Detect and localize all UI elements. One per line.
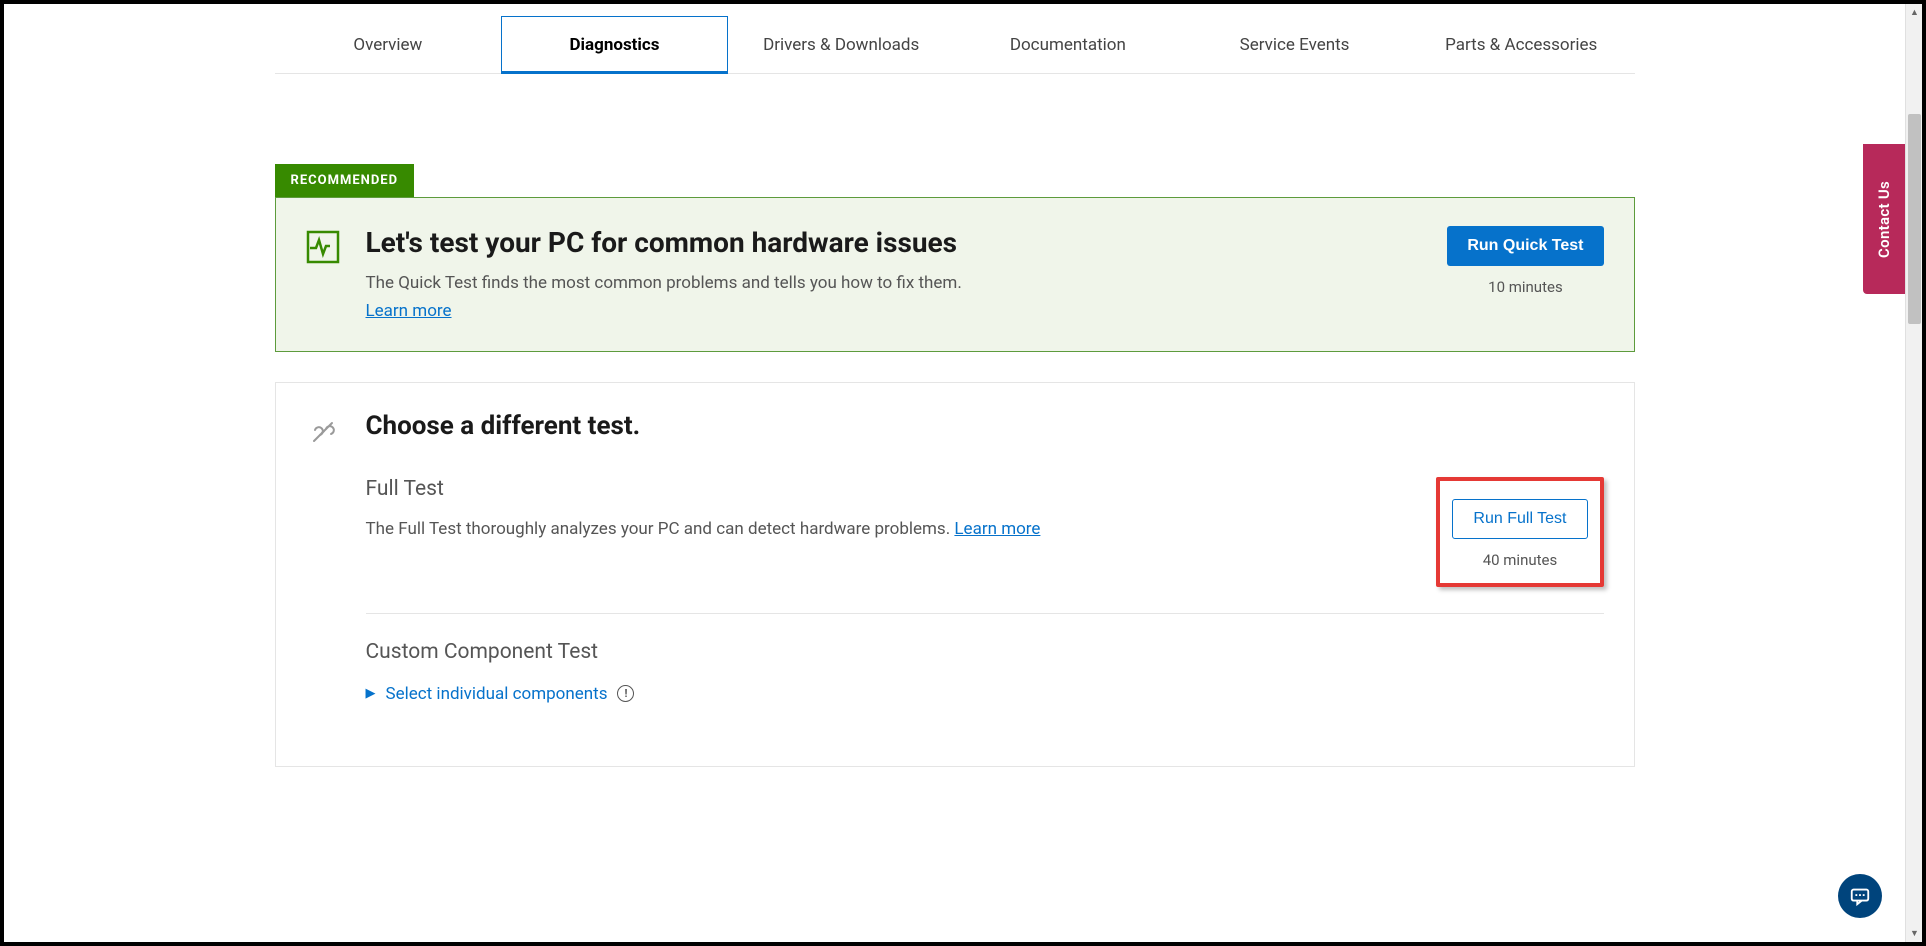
chat-icon — [1849, 885, 1871, 907]
tab-bar: Overview Diagnostics Drivers & Downloads… — [275, 16, 1635, 74]
scrollbar-thumb[interactable] — [1908, 114, 1921, 324]
contact-us-side-tab[interactable]: Contact Us — [1863, 144, 1905, 294]
other-tests-card: Choose a different test. Full Test The F… — [275, 382, 1635, 767]
recommended-badge: RECOMMENDED — [275, 164, 415, 197]
run-full-test-button[interactable]: Run Full Test — [1452, 499, 1587, 539]
run-quick-test-button[interactable]: Run Quick Test — [1447, 226, 1603, 266]
select-individual-components-label: Select individual components — [386, 684, 608, 704]
info-icon[interactable]: ! — [617, 685, 634, 702]
tab-documentation[interactable]: Documentation — [955, 16, 1182, 73]
quick-test-desc: The Quick Test finds the most common pro… — [366, 273, 1422, 293]
tab-service-events[interactable]: Service Events — [1181, 16, 1408, 73]
tab-overview[interactable]: Overview — [275, 16, 502, 73]
run-full-test-highlight: Run Full Test 40 minutes — [1436, 477, 1603, 587]
heartbeat-icon — [306, 230, 340, 264]
chevron-right-icon: ▶ — [366, 686, 376, 701]
custom-test-row: Custom Component Test ▶ Select individua… — [366, 640, 1604, 730]
full-test-title: Full Test — [366, 477, 1407, 501]
full-test-row: Full Test The Full Test thoroughly analy… — [366, 477, 1604, 614]
custom-test-title: Custom Component Test — [366, 640, 1604, 664]
tab-drivers-downloads[interactable]: Drivers & Downloads — [728, 16, 955, 73]
scrollbar-arrow-down-icon[interactable]: ▼ — [1906, 925, 1923, 942]
full-test-desc: The Full Test thoroughly analyzes your P… — [366, 519, 955, 539]
full-test-learn-more-link[interactable]: Learn more — [954, 519, 1040, 539]
quick-test-card: Let's test your PC for common hardware i… — [275, 197, 1635, 352]
quick-test-learn-more-link[interactable]: Learn more — [366, 301, 452, 321]
vertical-scrollbar[interactable]: ▲ ▼ — [1905, 4, 1922, 942]
tools-icon — [306, 415, 340, 449]
other-tests-title: Choose a different test. — [366, 411, 1604, 441]
full-test-duration: 40 minutes — [1452, 551, 1587, 569]
chat-fab-button[interactable] — [1838, 874, 1882, 918]
contact-us-label: Contact Us — [1875, 181, 1893, 258]
scrollbar-arrow-up-icon[interactable]: ▲ — [1906, 4, 1923, 21]
quick-test-title: Let's test your PC for common hardware i… — [366, 226, 1422, 259]
select-individual-components-link[interactable]: ▶ Select individual components ! — [366, 684, 635, 704]
tab-diagnostics[interactable]: Diagnostics — [501, 16, 728, 74]
quick-test-duration: 10 minutes — [1447, 278, 1603, 296]
tab-parts-accessories[interactable]: Parts & Accessories — [1408, 16, 1635, 73]
